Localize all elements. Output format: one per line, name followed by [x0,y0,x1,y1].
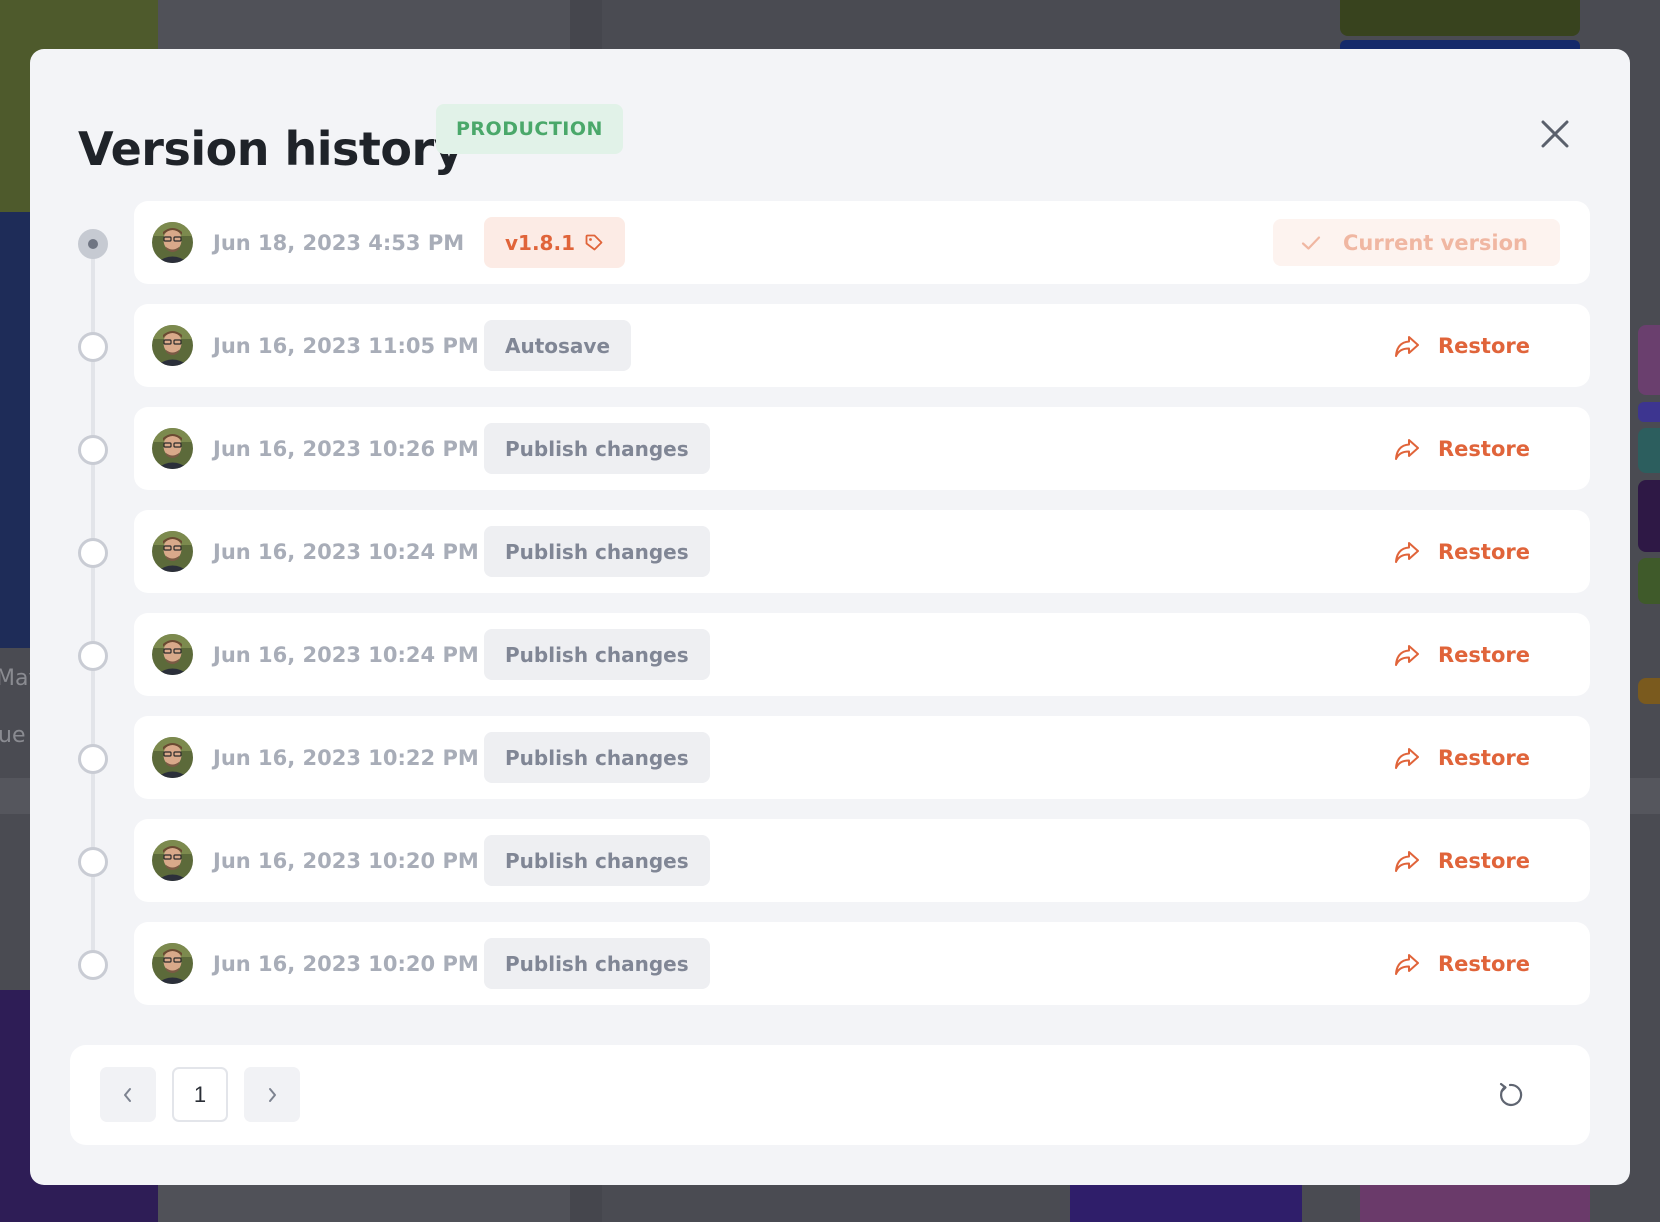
timeline-dot-current [78,229,108,259]
version-tag: Publish changes [484,732,710,783]
chevron-right-icon [269,1087,276,1102]
background-card [1638,402,1660,422]
restore-label: Restore [1438,848,1530,873]
timeline-dot [78,847,108,877]
restore-button[interactable]: Restore [1394,819,1530,902]
version-date: Jun 16, 2023 10:20 PM [213,848,479,873]
version-date: Jun 16, 2023 10:20 PM [213,951,479,976]
restore-button[interactable]: Restore [1394,922,1530,1005]
version-tag-label: v1.8.1 [505,230,575,255]
pagination-bar: 1 [70,1045,1590,1145]
restore-label: Restore [1438,539,1530,564]
avatar [152,634,193,675]
version-date: Jun 16, 2023 10:26 PM [213,436,479,461]
version-tag: v1.8.1 [484,217,625,268]
modal-title: Version history [78,122,464,176]
version-row-current: Jun 18, 2023 4:53 PM v1.8.1 Current vers… [134,201,1590,284]
version-tag: Publish changes [484,835,710,886]
version-row: Jun 16, 2023 10:22 PM Publish changes Re… [134,716,1590,799]
share-arrow-icon [1395,644,1420,666]
restore-button[interactable]: Restore [1394,510,1530,593]
share-arrow-icon [1395,335,1420,357]
version-tag: Publish changes [484,629,710,680]
avatar [152,737,193,778]
version-date: Jun 16, 2023 11:05 PM [213,333,479,358]
environment-badge: PRODUCTION [436,104,623,154]
version-date: Jun 16, 2023 10:24 PM [213,642,479,667]
version-date: Jun 16, 2023 10:22 PM [213,745,479,770]
check-icon [1301,235,1321,250]
version-tag: Publish changes [484,423,710,474]
avatar [152,325,193,366]
chevron-left-icon [124,1087,131,1102]
version-tag: Publish changes [484,526,710,577]
version-date: Jun 18, 2023 4:53 PM [213,230,465,255]
next-page-button[interactable] [244,1067,300,1122]
avatar [152,222,193,263]
timeline-dot [78,641,108,671]
restore-label: Restore [1438,436,1530,461]
restore-button[interactable]: Restore [1394,304,1530,387]
background-card [1340,0,1580,36]
restore-button[interactable]: Restore [1394,716,1530,799]
share-arrow-icon [1395,438,1420,460]
version-history-modal: Version history PRODUCTION Jun 18, 2023 [30,49,1630,1185]
share-arrow-icon [1395,850,1420,872]
background-card [1360,1180,1590,1222]
background-card [1638,678,1660,704]
share-arrow-icon [1395,953,1420,975]
restore-button[interactable]: Restore [1394,407,1530,490]
timeline-dot [78,435,108,465]
avatar [152,428,193,469]
tag-icon [584,233,604,253]
page-number-button[interactable]: 1 [172,1067,228,1122]
restore-label: Restore [1438,333,1530,358]
share-arrow-icon [1395,747,1420,769]
version-row: Jun 16, 2023 10:26 PM Publish changes Re… [134,407,1590,490]
close-button[interactable] [1530,109,1580,159]
version-row: Jun 16, 2023 11:05 PM Autosave Restore [134,304,1590,387]
background-card [1638,325,1660,395]
share-arrow-icon [1395,541,1420,563]
timeline-dot [78,950,108,980]
refresh-button[interactable] [1490,1075,1530,1115]
restore-label: Restore [1438,745,1530,770]
timeline-dot [78,538,108,568]
version-row: Jun 16, 2023 10:24 PM Publish changes Re… [134,613,1590,696]
avatar [152,531,193,572]
background-text: ue [0,723,26,748]
version-tag: Autosave [484,320,632,371]
version-row: Jun 16, 2023 10:20 PM Publish changes Re… [134,922,1590,1005]
close-icon [1541,120,1569,148]
current-version-indicator: Current version [1273,219,1560,266]
timeline-dot [78,744,108,774]
background-card [1638,428,1660,473]
background-card [1638,480,1660,552]
previous-page-button[interactable] [100,1067,156,1122]
version-tag: Publish changes [484,938,710,989]
version-row: Jun 16, 2023 10:24 PM Publish changes Re… [134,510,1590,593]
avatar [152,943,193,984]
version-row: Jun 16, 2023 10:20 PM Publish changes Re… [134,819,1590,902]
restore-label: Restore [1438,642,1530,667]
timeline-dot [78,332,108,362]
current-version-label: Current version [1343,230,1528,255]
background-card [1638,558,1660,604]
refresh-icon [1499,1082,1523,1106]
restore-label: Restore [1438,951,1530,976]
version-date: Jun 16, 2023 10:24 PM [213,539,479,564]
restore-button[interactable]: Restore [1394,613,1530,696]
avatar [152,840,193,881]
